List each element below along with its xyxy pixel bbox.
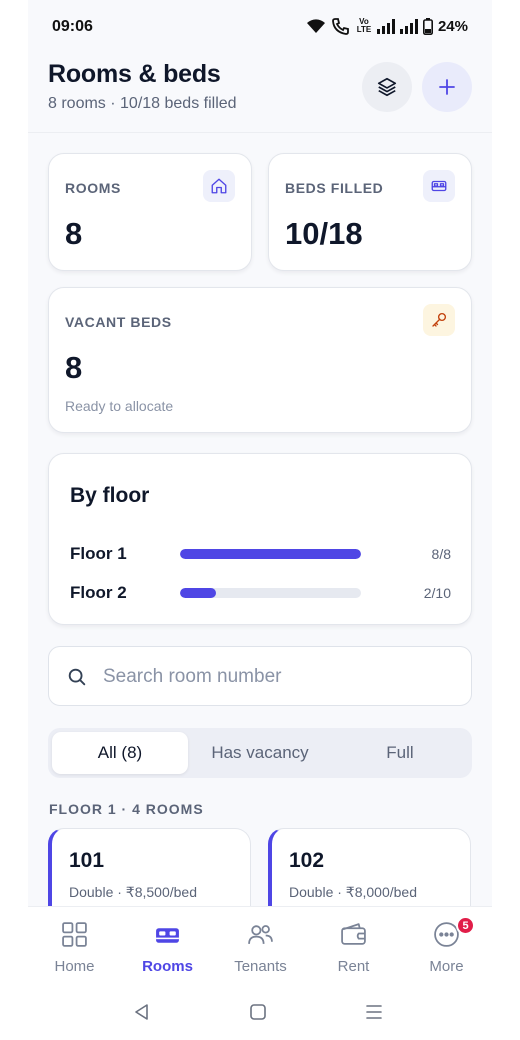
status-time: 09:06 xyxy=(52,18,93,35)
vacant-beds-stat-label: VACANT BEDS xyxy=(65,314,172,330)
nav-label: Rent xyxy=(337,958,370,975)
filter-full[interactable]: Full xyxy=(332,732,468,774)
floor-name: Floor 1 xyxy=(70,544,127,563)
add-room-button[interactable] xyxy=(422,62,472,112)
layers-button[interactable] xyxy=(362,62,412,112)
volte-icon: Vo LTE xyxy=(356,17,372,34)
nav-more[interactable]: 5 More xyxy=(400,907,492,987)
section-label: FLOOR 1 · 4 ROOMS xyxy=(49,801,204,817)
floor-progress-fill xyxy=(180,588,217,598)
beds-filled-stat-label: BEDS FILLED xyxy=(285,180,384,196)
nav-rooms[interactable]: Rooms xyxy=(121,907,214,987)
wallet-icon xyxy=(341,923,366,945)
beds-filled-stat-value: 10/18 xyxy=(285,216,363,251)
search-box xyxy=(48,646,472,706)
back-icon[interactable] xyxy=(132,1002,152,1022)
filter-all[interactable]: All (8) xyxy=(52,732,188,774)
beds-filled-stat-card: BEDS FILLED 10/18 xyxy=(268,153,472,271)
nav-home[interactable]: Home xyxy=(28,907,121,987)
battery-icon xyxy=(422,17,433,35)
nav-label: More xyxy=(429,958,464,975)
status-bar: 09:06 Vo LTE 24% xyxy=(28,0,492,56)
filter-has-vacancy[interactable]: Has vacancy xyxy=(192,732,328,774)
vacant-beds-stat-card: VACANT BEDS 8 Ready to allocate xyxy=(48,287,472,433)
vacant-beds-note: Ready to allocate xyxy=(65,398,174,414)
room-meta: Double · ₹8,000/bed xyxy=(289,884,417,900)
key-icon xyxy=(423,304,455,336)
signal-icon-1 xyxy=(376,18,395,34)
users-icon xyxy=(248,925,273,944)
notification-badge: 5 xyxy=(456,916,475,935)
bed-icon xyxy=(423,170,455,202)
app-screen: 09:06 Vo LTE 24% Rooms & beds 8 rooms · … xyxy=(28,0,492,1040)
nav-label: Rooms xyxy=(142,958,193,975)
floor-progress-track xyxy=(180,549,361,559)
bottom-nav: Home Rooms Tenants Rent 5 More xyxy=(28,906,492,986)
room-meta: Double · ₹8,500/bed xyxy=(69,884,197,900)
room-number: 102 xyxy=(289,849,325,872)
battery-percent: 24% xyxy=(437,17,468,35)
floor-count: 8/8 xyxy=(431,546,451,562)
nav-rent[interactable]: Rent xyxy=(307,907,400,987)
system-nav-bar xyxy=(28,986,492,1040)
layers-icon xyxy=(377,77,397,97)
floor-progress-fill xyxy=(180,549,361,559)
rooms-stat-card: ROOMS 8 xyxy=(48,153,252,271)
nav-tenants[interactable]: Tenants xyxy=(214,907,307,987)
search-icon xyxy=(68,668,86,686)
rooms-stat-label: ROOMS xyxy=(65,180,121,196)
grid-icon xyxy=(62,922,87,947)
header-divider xyxy=(28,132,492,133)
page-header: Rooms & beds 8 rooms · 10/18 beds filled xyxy=(48,60,472,120)
recents-icon[interactable] xyxy=(364,1002,384,1022)
rooms-stat-value: 8 xyxy=(65,216,83,251)
filter-segments: All (8) Has vacancy Full xyxy=(48,728,472,778)
floor-progress-track xyxy=(180,588,361,598)
vacant-beds-stat-value: 8 xyxy=(65,350,83,385)
home-square-icon[interactable] xyxy=(249,1002,267,1022)
signal-icon-2 xyxy=(399,18,418,34)
floor-row-2[interactable]: Floor 2 2/10 xyxy=(70,581,451,605)
wifi-call-icon xyxy=(332,18,349,35)
floor-count: 2/10 xyxy=(423,585,451,601)
floor-name: Floor 2 xyxy=(70,583,127,602)
plus-icon xyxy=(439,79,455,95)
by-floor-card: By floor Floor 1 8/8 Floor 2 2/10 xyxy=(48,453,472,625)
wifi-icon xyxy=(306,19,325,33)
room-number: 101 xyxy=(69,849,105,872)
floor-row-1[interactable]: Floor 1 8/8 xyxy=(70,542,451,566)
bed-icon xyxy=(156,928,179,943)
home-icon xyxy=(203,170,235,202)
search-input[interactable] xyxy=(103,661,453,693)
nav-label: Tenants xyxy=(234,958,287,975)
status-icons: Vo LTE 24% xyxy=(306,17,468,35)
nav-label: Home xyxy=(54,958,95,975)
by-floor-title: By floor xyxy=(70,484,150,507)
